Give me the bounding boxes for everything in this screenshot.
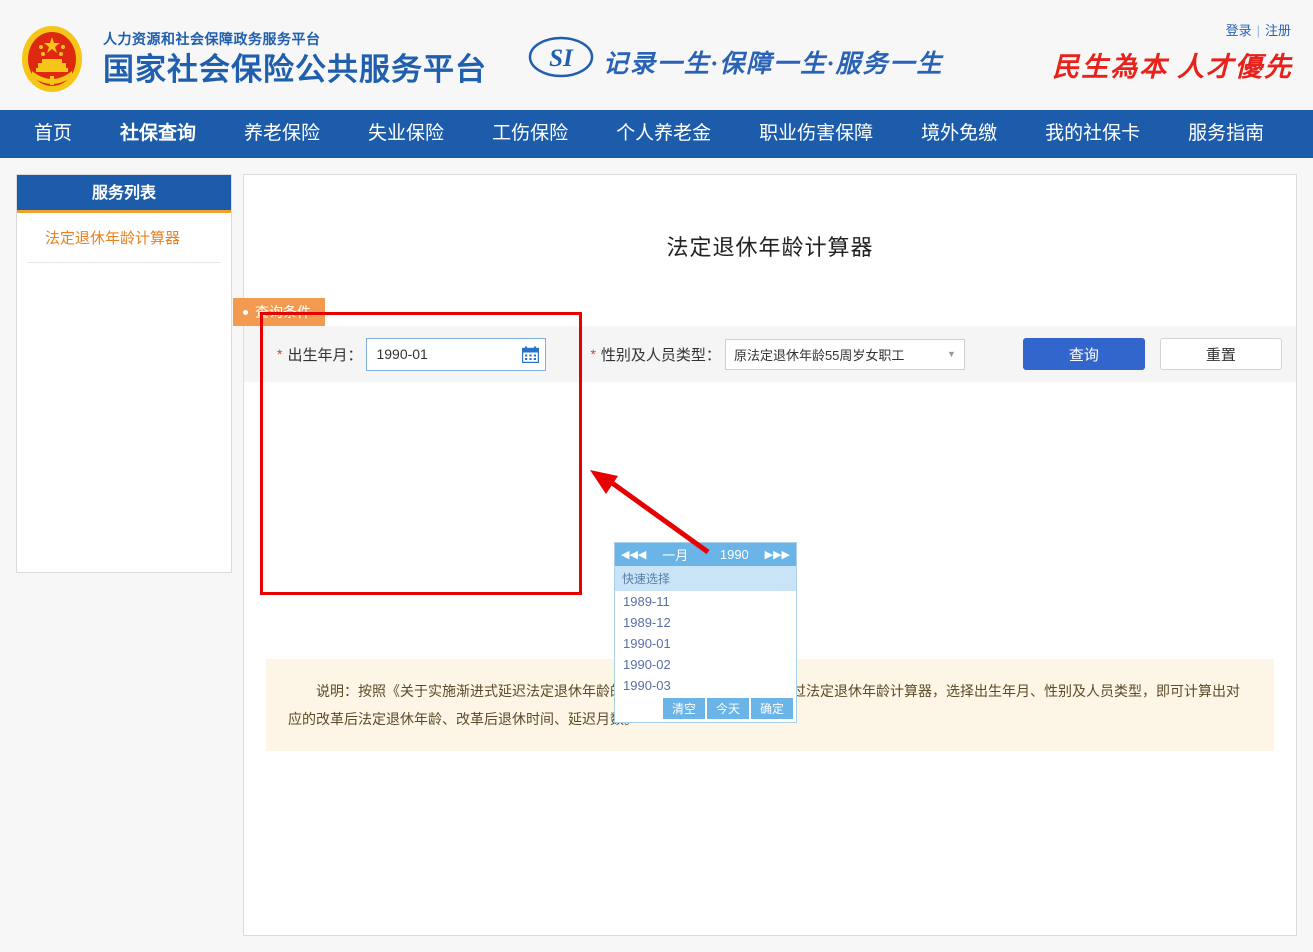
sidebar-item-retirement-age-calculator[interactable]: 法定退休年龄计算器 xyxy=(27,213,221,263)
page-title: 法定退休年龄计算器 xyxy=(244,175,1296,262)
person-type-field: * 性别及人员类型： 原法定退休年龄55周岁女职工 ▼ xyxy=(590,339,964,370)
query-form: * 出生年月： xyxy=(244,326,1296,382)
nav-item-personal-pension[interactable]: 个人养老金 xyxy=(592,110,735,158)
tab-label: 查询条件 xyxy=(255,303,311,321)
tab-query-conditions[interactable]: 查询条件 xyxy=(233,298,325,326)
date-option[interactable]: 1990-02 xyxy=(615,654,796,675)
main-navigation: 首页 社保查询 养老保险 失业保险 工伤保险 个人养老金 职业伤害保障 境外免缴… xyxy=(0,110,1313,158)
bullet-icon xyxy=(243,310,248,315)
person-type-select[interactable]: 原法定退休年龄55周岁女职工 ▼ xyxy=(725,339,965,370)
sidebar-title: 服务列表 xyxy=(17,175,231,213)
required-mark-person-type: * xyxy=(590,346,595,362)
date-picker-popup[interactable]: ◀◀ ◀ 一月 1990 ▶ ▶▶ 快速选择 1989-11 1989-12 1… xyxy=(614,542,797,723)
brand-subtitle: 人力资源和社会保障政务服务平台 xyxy=(103,30,487,48)
nav-item-home[interactable]: 首页 xyxy=(10,110,96,158)
tab-strip: 查询条件 xyxy=(244,298,1296,326)
birth-date-input[interactable] xyxy=(366,338,546,371)
confirm-button[interactable]: 确定 xyxy=(751,698,793,719)
date-picker-footer: 清空 今天 确定 xyxy=(615,696,796,722)
clear-button[interactable]: 清空 xyxy=(663,698,705,719)
site-header: 人力资源和社会保障政务服务平台 国家社会保险公共服务平台 SI 记录一生·保障一… xyxy=(0,0,1313,110)
nav-item-pension-insurance[interactable]: 养老保险 xyxy=(220,110,344,158)
nav-item-unemployment-insurance[interactable]: 失业保险 xyxy=(344,110,468,158)
auth-links: 登录 | 注册 xyxy=(1226,20,1291,39)
birth-date-input-wrap xyxy=(366,338,546,371)
birth-date-label: 出生年月： xyxy=(287,344,362,365)
date-picker-labels: 一月 1990 xyxy=(646,545,764,564)
birth-date-field: * 出生年月： xyxy=(277,338,546,371)
next-month-icon[interactable]: ▶ xyxy=(765,548,773,561)
quick-select-label: 快速选择 xyxy=(615,566,796,591)
month-label[interactable]: 一月 xyxy=(662,545,688,564)
main-panel: 法定退休年龄计算器 查询条件 * 出生年月： xyxy=(243,174,1297,936)
brand-title: 国家社会保险公共服务平台 xyxy=(103,50,487,90)
page-layout: 服务列表 法定退休年龄计算器 法定退休年龄计算器 查询条件 * 出生年月： xyxy=(0,158,1313,952)
required-mark: * xyxy=(277,346,282,362)
auth-separator: | xyxy=(1257,23,1260,38)
china-national-emblem-icon xyxy=(12,19,92,99)
register-link[interactable]: 注册 xyxy=(1265,23,1291,38)
prev-month-icon[interactable]: ◀ xyxy=(638,548,646,561)
calligraphy-slogan: 民生為本 人才優先 xyxy=(1052,45,1293,84)
today-button[interactable]: 今天 xyxy=(707,698,749,719)
nav-item-my-social-card[interactable]: 我的社保卡 xyxy=(1021,110,1164,158)
date-picker-header: ◀◀ ◀ 一月 1990 ▶ ▶▶ xyxy=(615,543,796,566)
prev-year-icon[interactable]: ◀◀ xyxy=(621,548,638,561)
person-type-value: 原法定退休年龄55周岁女职工 xyxy=(734,345,904,364)
query-button[interactable]: 查询 xyxy=(1023,338,1145,370)
brand-block: 人力资源和社会保障政务服务平台 国家社会保险公共服务平台 xyxy=(103,30,487,90)
form-actions: 查询 重置 xyxy=(1023,338,1282,370)
year-label[interactable]: 1990 xyxy=(720,547,749,562)
nav-item-service-guide[interactable]: 服务指南 xyxy=(1164,110,1288,158)
date-option[interactable]: 1990-03 xyxy=(615,675,796,696)
chevron-down-icon: ▼ xyxy=(947,349,956,359)
person-type-label: 性别及人员类型： xyxy=(601,344,721,365)
reset-button[interactable]: 重置 xyxy=(1160,338,1282,370)
si-logo-icon: SI xyxy=(527,35,595,80)
service-sidebar: 服务列表 法定退休年龄计算器 xyxy=(16,174,232,573)
site-slogan: 记录一生·保障一生·服务一生 xyxy=(603,44,944,80)
nav-item-social-insurance-query[interactable]: 社保查询 xyxy=(96,110,220,158)
nav-item-overseas-exemption[interactable]: 境外免缴 xyxy=(897,110,1021,158)
login-link[interactable]: 登录 xyxy=(1226,23,1252,38)
date-option[interactable]: 1989-11 xyxy=(615,591,796,612)
svg-text:SI: SI xyxy=(549,45,574,72)
date-option[interactable]: 1990-01 xyxy=(615,633,796,654)
nav-item-work-injury-insurance[interactable]: 工伤保险 xyxy=(468,110,592,158)
next-year-icon[interactable]: ▶▶ xyxy=(773,548,790,561)
nav-item-occupational-injury[interactable]: 职业伤害保障 xyxy=(735,110,897,158)
date-option[interactable]: 1989-12 xyxy=(615,612,796,633)
